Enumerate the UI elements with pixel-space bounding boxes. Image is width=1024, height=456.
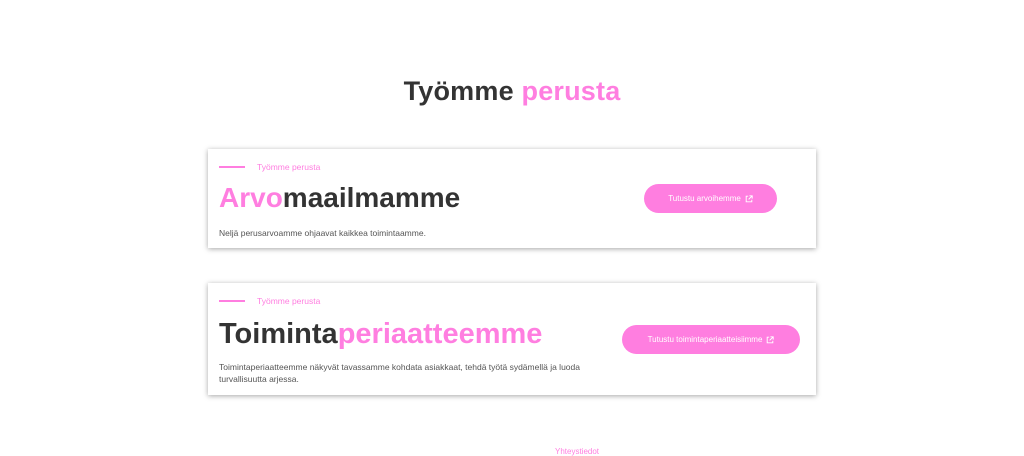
next-section-label: Yhteystiedot [555, 447, 600, 456]
card-title-accent: Arvo [219, 182, 283, 213]
card-description: Toimintaperiaatteemme näkyvät tavassamme… [219, 362, 580, 384]
button-label: Tutustu arvoihemme [668, 194, 741, 203]
card-title: Toimintaperiaatteemme [219, 318, 542, 351]
button-label: Tutustu toimintaperiaatteisiimme [647, 335, 763, 344]
card-title-accent: periaatteemme [337, 318, 543, 350]
explore-principles-button[interactable]: Tutustu toimintaperiaatteisiimme [622, 325, 800, 354]
page-title-accent: perusta [521, 76, 621, 107]
eyebrow-line [219, 300, 245, 302]
principles-card: Työmme perusta Toimintaperiaatteemme Toi… [208, 283, 816, 395]
card-title-dark: Toiminta [219, 318, 338, 350]
external-link-icon [745, 194, 753, 202]
eyebrow-label: Työmme perusta [257, 296, 321, 306]
page-title-dark: Työmme [403, 76, 514, 107]
eyebrow-label: Työmme perusta [257, 162, 321, 172]
card-title-dark: maailmamme [282, 182, 461, 213]
card-eyebrow: Työmme perusta [219, 296, 320, 306]
explore-values-button[interactable]: Tutustu arvoihemme [644, 184, 777, 213]
page-title: Työmme perusta [0, 76, 1024, 107]
card-eyebrow: Työmme perusta [219, 162, 320, 172]
external-link-icon [767, 335, 775, 343]
eyebrow-line [219, 166, 245, 168]
card-title: Arvomaailmamme [219, 182, 460, 214]
card-description: Neljä perusarvoamme ohjaavat kaikkea toi… [219, 228, 426, 238]
values-card: Työmme perusta Arvomaailmamme Neljä peru… [208, 149, 816, 248]
